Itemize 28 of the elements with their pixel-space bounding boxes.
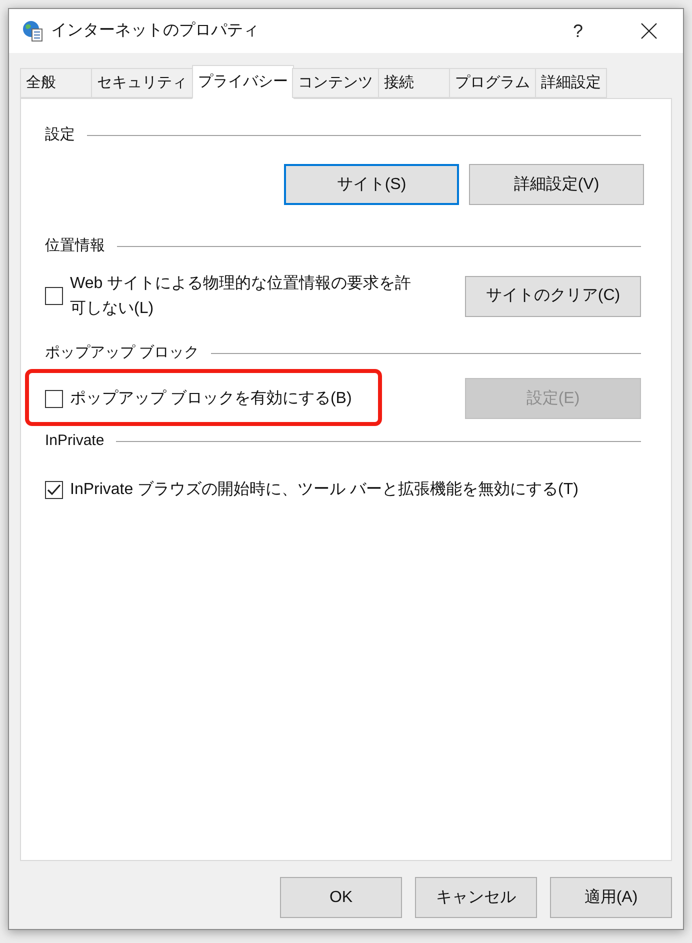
- close-icon[interactable]: [641, 23, 657, 39]
- checkbox-label[interactable]: Web サイトによる物理的な位置情報の要求を許可しない(L): [70, 271, 426, 321]
- section-heading: 位置情報: [45, 236, 105, 256]
- checkbox[interactable]: [45, 480, 63, 498]
- tab[interactable]: 接続: [378, 68, 450, 98]
- section-heading: 設定: [45, 124, 75, 145]
- tab[interactable]: 詳細設定: [535, 68, 607, 98]
- tab[interactable]: プログラム: [449, 68, 536, 98]
- section-heading: ポップアップ ブロック: [45, 342, 200, 363]
- dialog-button[interactable]: 適用(A): [550, 877, 672, 918]
- tab[interactable]: プライバシー: [192, 65, 294, 99]
- tab[interactable]: セキュリティ: [91, 68, 193, 98]
- checkbox[interactable]: [45, 287, 63, 305]
- tab[interactable]: コンテンツ: [292, 68, 379, 98]
- checkbox[interactable]: [45, 390, 63, 408]
- dialog-button[interactable]: 詳細設定(V): [469, 164, 644, 205]
- dialog-button[interactable]: キャンセル: [415, 877, 537, 918]
- dialog-button[interactable]: OK: [280, 877, 402, 918]
- checkbox-label[interactable]: InPrivate ブラウズの開始時に、ツール バーと拡張機能を無効にする(T): [70, 477, 578, 502]
- tab[interactable]: 全般: [20, 68, 92, 98]
- section-heading: InPrivate: [45, 430, 104, 451]
- globe-document-icon: [22, 20, 44, 42]
- help-button[interactable]: ?: [572, 18, 583, 44]
- checkbox-label[interactable]: ポップアップ ブロックを有効にする(B): [70, 386, 352, 411]
- dialog-button[interactable]: サイト(S): [284, 164, 459, 205]
- dialog-button[interactable]: サイトのクリア(C): [465, 276, 641, 316]
- checkmark-icon: [47, 484, 61, 496]
- window-title: インターネットのプロパティ: [51, 20, 259, 41]
